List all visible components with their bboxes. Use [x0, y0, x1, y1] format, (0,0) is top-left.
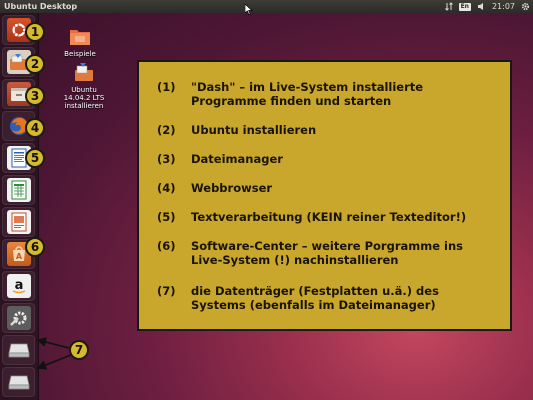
info-row-text: Dateimanager	[191, 152, 283, 166]
info-row-text: Software-Center – weitere Porgramme ins …	[191, 239, 507, 267]
desktop-icon-label-line2: installieren	[64, 102, 104, 110]
info-row-line2: Live-System (!) nachinstallieren	[191, 253, 399, 267]
info-row-line2: Systems (ebenfalls im Dateimanager)	[191, 298, 436, 312]
info-row-text: die Datenträger (Festplatten u.ä.) des S…	[191, 284, 507, 312]
info-row-number: (1)	[157, 80, 176, 94]
desktop-icon-label: Beispiele	[64, 50, 96, 58]
info-row-line1: Software-Center – weitere Porgramme ins	[191, 239, 464, 253]
info-row-text: Webbrowser	[191, 181, 273, 195]
info-row-line2: Programme finden und starten	[191, 94, 392, 108]
info-row-number: (6)	[157, 239, 176, 253]
info-row-text: Textverarbeitung (KEIN reiner Texteditor…	[191, 210, 467, 224]
info-row-number: (2)	[157, 123, 176, 137]
installer-icon	[73, 62, 95, 84]
desktop-icon-beispiele[interactable]: Beispiele	[58, 26, 102, 58]
info-row-number: (4)	[157, 181, 176, 195]
info-row-number: (5)	[157, 210, 176, 224]
info-row-number: (3)	[157, 152, 176, 166]
info-row-line1: "Dash" – im Live-System installierte	[191, 80, 424, 94]
folder-icon	[69, 26, 91, 48]
desktop-icon-installer[interactable]: Ubuntu 14.04.2 LTS installieren	[58, 62, 110, 110]
info-row-number: (7)	[157, 284, 176, 298]
info-row-text: Ubuntu installieren	[191, 123, 317, 137]
info-box: (1) "Dash" – im Live-System installierte…	[137, 60, 512, 331]
desktop-icon-label-line1: Ubuntu 14.04.2 LTS	[63, 86, 105, 102]
info-row-text: "Dash" – im Live-System installierte Pro…	[191, 80, 507, 108]
info-row-line1: die Datenträger (Festplatten u.ä.) des	[191, 284, 439, 298]
